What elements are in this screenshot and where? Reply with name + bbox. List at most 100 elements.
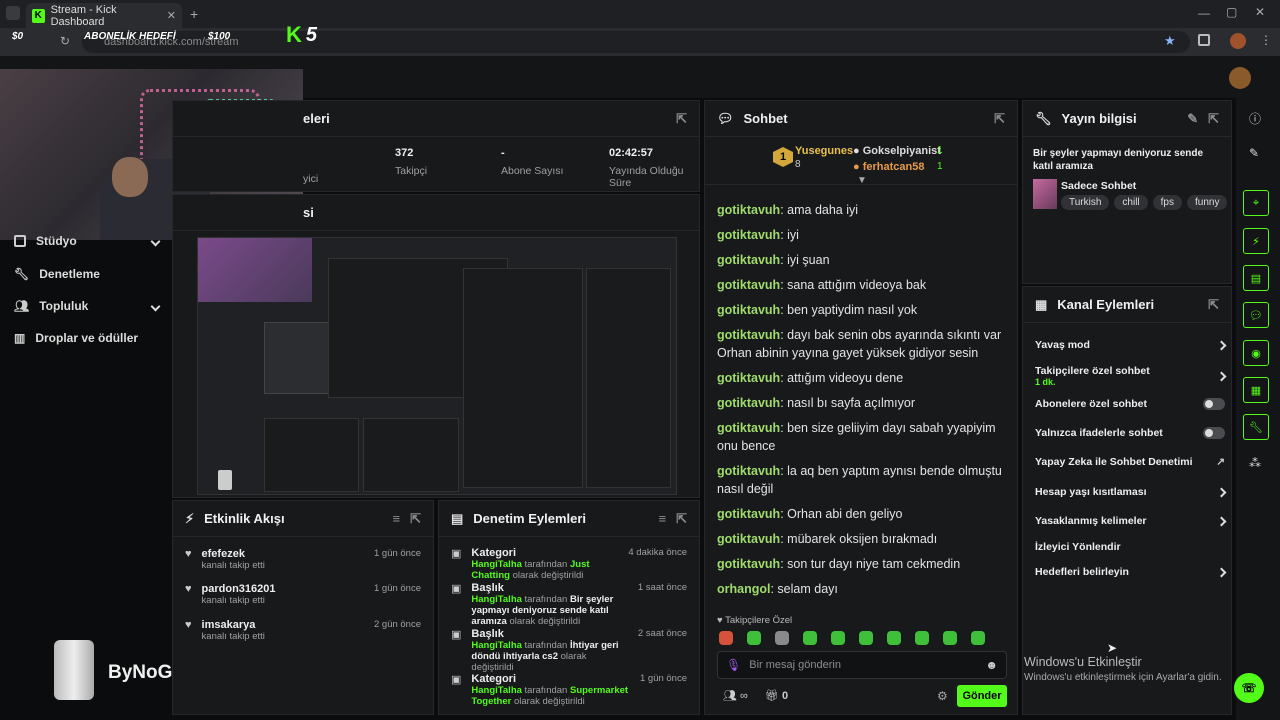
chat-username[interactable]: gotiktavuh [717, 228, 780, 242]
rail-community-icon[interactable]: ⁂ [1249, 456, 1261, 470]
settings-gear-icon[interactable]: ⚙ [937, 689, 948, 703]
followers-chat-row[interactable]: Takipçilere özel sohbet 1 dk. [1035, 365, 1227, 387]
popout-icon[interactable]: ⇱ [994, 111, 1005, 127]
edit-pencil-icon[interactable]: ✎ [1187, 111, 1198, 127]
subs-chat-row[interactable]: Abonelere özel sohbet [1035, 398, 1225, 410]
slow-mode-row[interactable]: Yavaş mod [1035, 339, 1227, 351]
browser-menu-icon[interactable]: ⋮ [1260, 33, 1272, 47]
browser-tab[interactable]: K Stream - Kick Dashboard ✕ [26, 3, 182, 28]
close-window-icon[interactable]: ✕ [1255, 5, 1265, 19]
mod-actions-header: ▤ Denetim Eylemleri ≡ ⇱ [439, 501, 699, 537]
chat-placeholder: Bir mesaj gönderin [749, 659, 841, 671]
popout-icon[interactable]: ⇱ [1208, 111, 1219, 127]
chat-input[interactable]: 🎙︎ Bir mesaj gönderin ☻ [717, 651, 1007, 679]
chat-username[interactable]: gotiktavuh [717, 396, 780, 410]
account-age-row[interactable]: Hesap yaşı kısıtlaması [1035, 486, 1227, 498]
tag[interactable]: fps [1152, 195, 1182, 210]
rail-focus-button[interactable]: ⌖ [1243, 190, 1269, 216]
emote-icon[interactable] [831, 631, 845, 645]
chat-username[interactable]: gotiktavuh [717, 464, 780, 478]
emote-icon[interactable] [943, 631, 957, 645]
emote-icon[interactable] [971, 631, 985, 645]
chat-username[interactable]: gotiktavuh [717, 532, 780, 546]
nav-moderation[interactable]: 🔧︎ Denetleme [14, 267, 159, 281]
tag[interactable]: chill [1114, 195, 1148, 210]
nav-community[interactable]: 👥︎ Topluluk [14, 299, 161, 313]
goals-row[interactable]: Hedefleri belirleyin [1035, 566, 1227, 578]
popout-icon[interactable]: ⇱ [1208, 297, 1219, 313]
chat-message: orhangol: selam dayı [717, 580, 1007, 598]
maximize-icon[interactable]: ▢ [1226, 5, 1237, 19]
microphone-icon[interactable]: 🎙︎ [726, 658, 741, 672]
second-gifter: ● Gokselpiyanist [853, 145, 941, 157]
profile-avatar[interactable] [1230, 33, 1246, 49]
emote-icon[interactable] [859, 631, 873, 645]
chevron-right-icon [1216, 340, 1227, 350]
popout-icon[interactable]: ⇱ [410, 511, 421, 527]
emote-chat-toggle[interactable] [1203, 427, 1225, 439]
second-gifter-name: Gokselpiyanist [862, 145, 941, 157]
streamer-head [112, 157, 148, 197]
minimize-icon[interactable]: — [1198, 6, 1210, 20]
chat-username[interactable]: gotiktavuh [717, 278, 780, 292]
help-button[interactable]: ☏ [1234, 673, 1264, 703]
url-field[interactable]: dashboard.kick.com/stream [82, 31, 1190, 53]
emote-icon[interactable] [719, 631, 733, 645]
activity-desc: kanalı takip etti [201, 595, 265, 606]
mod-action-item: ▣ Başlık HangiTalha tarafından İhtiyar g… [439, 628, 699, 673]
activity-item: ♥ pardon316201 kanalı takip etti 1 gün ön… [173, 583, 433, 606]
channel-icon: ▦ [1035, 296, 1048, 312]
rail-broadcast-button[interactable]: ◉ [1243, 340, 1269, 366]
reload-icon[interactable]: ↻ [60, 34, 70, 48]
bookmark-star-icon[interactable]: ★ [1164, 33, 1176, 49]
user-avatar[interactable] [1229, 67, 1251, 89]
chat-username[interactable]: orhangol [717, 582, 770, 596]
rail-document-button[interactable]: ▤ [1243, 265, 1269, 291]
info-icon[interactable]: ⓘ [1249, 110, 1261, 127]
filter-icon[interactable]: ≡ [659, 511, 667, 526]
rail-wrench-button[interactable]: 🔧︎ [1243, 414, 1269, 440]
chat-username[interactable]: gotiktavuh [717, 203, 780, 217]
rail-bolt-button[interactable]: ⚡︎ [1243, 228, 1269, 254]
external-link-icon: ↗ [1216, 456, 1225, 468]
raid-row[interactable]: İzleyici Yönlendir [1035, 541, 1225, 553]
filter-icon[interactable]: ≡ [393, 511, 401, 526]
chat-username[interactable]: gotiktavuh [717, 303, 780, 317]
emoji-icon[interactable]: ☻ [985, 658, 998, 672]
emote-icon[interactable] [747, 631, 761, 645]
ai-moderation-row[interactable]: Yapay Zeka ile Sohbet Denetimi ↗ [1035, 456, 1225, 468]
popout-icon[interactable]: ⇱ [676, 511, 687, 527]
tag[interactable]: funny [1187, 195, 1228, 210]
chat-username[interactable]: gotiktavuh [717, 328, 780, 342]
chat-username[interactable]: gotiktavuh [717, 371, 780, 385]
pencil-icon[interactable]: ✎ [1249, 146, 1259, 160]
popout-icon[interactable]: ⇱ [676, 111, 687, 127]
emote-icon[interactable] [887, 631, 901, 645]
rail-channel-button[interactable]: ▦ [1243, 377, 1269, 403]
expand-leaderboard-icon[interactable]: ▼ [857, 175, 867, 186]
emote-icon[interactable] [915, 631, 929, 645]
emote-icon[interactable] [775, 631, 789, 645]
subs-chat-toggle[interactable] [1203, 398, 1225, 410]
close-tab-icon[interactable]: ✕ [167, 9, 176, 22]
extensions-icon[interactable] [1198, 34, 1210, 46]
tab-list-button[interactable] [6, 6, 20, 20]
gift-icon[interactable]: 🎁︎ 0 [765, 689, 788, 702]
send-button[interactable]: Gönder [957, 685, 1007, 707]
viewers-icon[interactable]: 👥︎ ∞ [723, 689, 748, 702]
banned-words-row[interactable]: Yasaklanmış kelimeler [1035, 515, 1227, 527]
tag[interactable]: Turkish [1061, 195, 1110, 210]
emote-icon[interactable] [803, 631, 817, 645]
nav-drops[interactable]: ▥ Droplar ve ödüller [14, 331, 159, 345]
chat-username[interactable]: gotiktavuh [717, 507, 780, 521]
rail-chat-button[interactable]: 💬︎ [1243, 302, 1269, 328]
nav-studio[interactable]: Stüdyo [14, 234, 161, 248]
chat-username[interactable]: gotiktavuh [717, 557, 780, 571]
chat-username[interactable]: gotiktavuh [717, 421, 780, 435]
stream-info-panel: 🔧︎ Yayın bilgisi ✎ ⇱ Bir şeyler yapmayı … [1022, 100, 1232, 284]
chat-username[interactable]: gotiktavuh [717, 253, 780, 267]
emote-chat-row[interactable]: Yalnızca ifadelerle sohbet [1035, 427, 1225, 439]
stream-preview[interactable] [197, 237, 677, 495]
mod-action-item: ▣ Kategori HangiTalha tarafından Superma… [439, 673, 699, 707]
new-tab-icon[interactable]: + [190, 6, 198, 22]
